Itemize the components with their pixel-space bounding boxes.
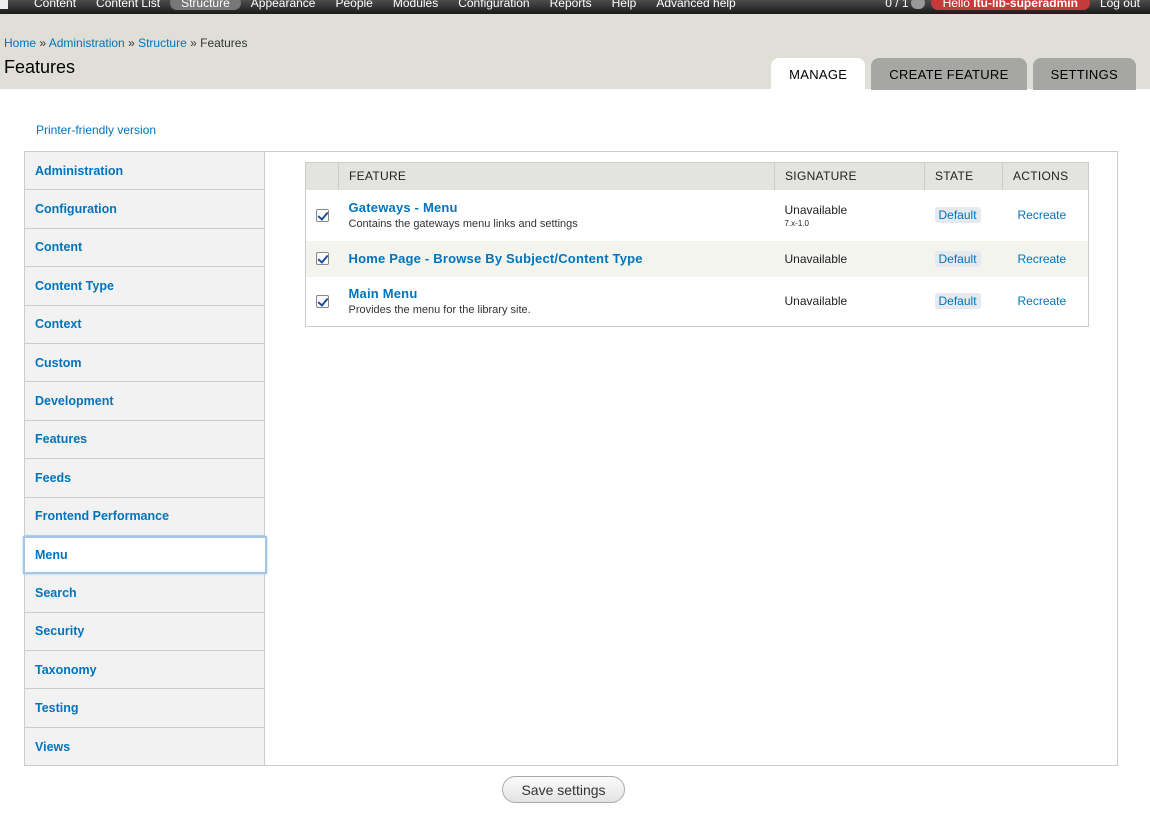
table-row: Home Page - Browse By Subject/Content Ty… [305, 240, 1089, 277]
vertical-tab-content-type[interactable]: Content Type [25, 267, 264, 306]
save-settings-button[interactable]: Save settings [502, 776, 625, 803]
vertical-tab-configuration[interactable]: Configuration [25, 190, 264, 229]
feature-name[interactable]: Gateways - Menu [349, 200, 775, 215]
vertical-tab-context[interactable]: Context [25, 305, 264, 344]
vertical-tab-search[interactable]: Search [25, 574, 264, 613]
recreate-link[interactable]: Recreate [1018, 294, 1067, 308]
admin-toolbar: Content Content List Structure Appearanc… [0, 0, 1150, 14]
primary-tabs: MANAGE CREATE FEATURE SETTINGS [765, 58, 1136, 90]
feature-column-header: FEATURE [338, 162, 775, 190]
feature-name[interactable]: Home Page - Browse By Subject/Content Ty… [349, 251, 775, 266]
recreate-link[interactable]: Recreate [1018, 252, 1067, 266]
feature-signature: Unavailable [784, 202, 848, 217]
table-row: Gateways - Menu Contains the gateways me… [305, 189, 1089, 241]
greeting-prefix: Hello [942, 0, 974, 10]
table-row: Main Menu Provides the menu for the libr… [305, 276, 1089, 327]
breadcrumb: Home » Administration » Structure » Feat… [4, 36, 247, 50]
toolbar-item-help[interactable]: Help [612, 0, 637, 10]
tab-create-feature[interactable]: CREATE FEATURE [871, 58, 1027, 90]
user-greeting[interactable]: Hello ltu-lib-superadmin [930, 0, 1090, 10]
vertical-tab-views[interactable]: Views [25, 727, 264, 767]
vertical-tab-menu[interactable]: Menu [23, 535, 267, 575]
toolbar-item-reports[interactable]: Reports [550, 0, 592, 10]
state-column-header: STATE [924, 162, 1003, 190]
toolbar-item-configuration[interactable]: Configuration [458, 0, 529, 10]
toolbar-item-modules[interactable]: Modules [393, 0, 438, 10]
feature-signature: Unavailable [784, 251, 848, 266]
feature-checkbox[interactable] [316, 208, 329, 222]
features-table: FEATURE SIGNATURE STATE ACTIONS Gateways… [305, 162, 1089, 327]
feature-name[interactable]: Main Menu [349, 286, 775, 301]
tab-settings[interactable]: SETTINGS [1032, 58, 1136, 90]
toolbar-item-people[interactable]: People [335, 0, 372, 10]
tab-manage[interactable]: MANAGE [771, 58, 866, 90]
vertical-tab-taxonomy[interactable]: Taxonomy [25, 651, 264, 690]
toolbar-menu: Content Content List Structure Appearanc… [0, 0, 756, 12]
toolbar-item-structure[interactable]: Structure [170, 0, 241, 10]
breadcrumb-administration[interactable]: Administration [49, 36, 125, 50]
vertical-tab-security[interactable]: Security [25, 612, 264, 652]
feature-version: 7.x-1.0 [784, 218, 809, 228]
username: ltu-lib-superadmin [973, 0, 1078, 10]
table-header-row: FEATURE SIGNATURE STATE ACTIONS [305, 162, 1089, 190]
vertical-tab-feeds[interactable]: Feeds [25, 459, 264, 498]
feature-description: Contains the gateways menu links and set… [348, 218, 578, 230]
home-icon[interactable] [0, 0, 8, 9]
shortcut-counter: 0 / 1 [885, 0, 909, 10]
breadcrumb-current: Features [200, 36, 248, 50]
feature-state[interactable]: Default [934, 207, 981, 223]
vertical-tab-testing[interactable]: Testing [25, 689, 264, 728]
vertical-tabs-menu: Administration Configuration Content Con… [23, 152, 267, 767]
select-column-header [305, 162, 339, 190]
breadcrumb-separator: » [36, 36, 49, 50]
feature-description: Provides the menu for the library site. [348, 304, 531, 317]
recreate-link[interactable]: Recreate [1018, 208, 1067, 222]
feature-checkbox[interactable] [316, 294, 329, 308]
feature-state[interactable]: Default [934, 250, 981, 267]
toolbar-item-content-list[interactable]: Content List [96, 0, 160, 10]
toolbar-item-content[interactable]: Content [34, 0, 76, 10]
vertical-tab-frontend-performance[interactable]: Frontend Performance [25, 497, 264, 536]
logout-link[interactable]: Log out [1100, 0, 1140, 10]
vertical-tab-administration[interactable]: Administration [25, 152, 264, 191]
signature-column-header: SIGNATURE [774, 162, 925, 190]
page-header: Home » Administration » Structure » Feat… [0, 14, 1150, 90]
feature-checkbox[interactable] [316, 252, 329, 265]
breadcrumb-home[interactable]: Home [4, 36, 36, 50]
feature-signature: Unavailable [784, 294, 848, 309]
breadcrumb-separator: » [186, 36, 201, 50]
toolbar-item-appearance[interactable]: Appearance [251, 0, 316, 10]
printer-friendly-link[interactable]: Printer-friendly version [36, 123, 156, 137]
actions-column-header: ACTIONS [1002, 162, 1089, 190]
vertical-tab-development[interactable]: Development [25, 382, 264, 421]
vertical-tab-content[interactable]: Content [25, 228, 264, 268]
feature-state[interactable]: Default [934, 293, 981, 310]
toolbar-item-advanced-help[interactable]: Advanced help [656, 0, 735, 10]
shortcut-toggle-icon[interactable] [910, 0, 925, 9]
vertical-tab-features[interactable]: Features [25, 420, 264, 460]
vertical-tab-custom[interactable]: Custom [25, 343, 264, 383]
page-title: Features [4, 57, 76, 77]
toolbar-user-area: 0 / 1 Hello ltu-lib-superadmin Log out [885, 0, 1150, 12]
breadcrumb-separator: » [124, 36, 139, 50]
breadcrumb-structure[interactable]: Structure [138, 36, 187, 50]
